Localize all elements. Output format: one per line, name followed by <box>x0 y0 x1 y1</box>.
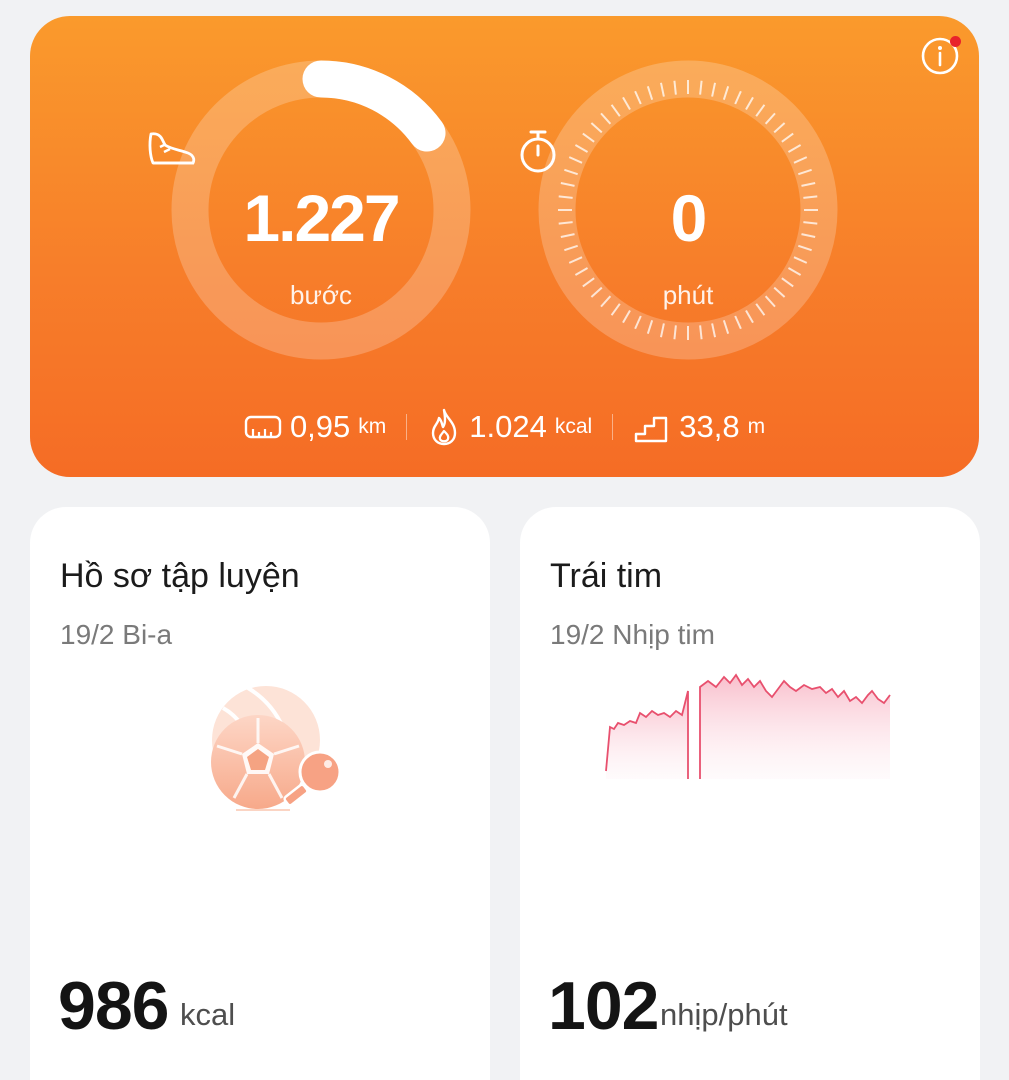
steps-value: 1.227 <box>243 181 400 255</box>
heart-rate-sparkline <box>605 673 891 779</box>
activity-stats-row: 0,95 km 1.024 kcal 33,8 m <box>30 404 979 450</box>
workout-card-title: Hồ sơ tập luyện <box>60 557 300 595</box>
calories-unit: kcal <box>554 415 593 438</box>
sports-balls-icon <box>211 686 342 811</box>
workout-calories-unit: kcal <box>180 997 236 1032</box>
ruler-icon <box>244 415 282 439</box>
exercise-minutes-ring[interactable]: 0 phút <box>520 60 838 360</box>
workout-record-card[interactable]: Hồ sơ tập luyện 19/2 Bi-a 986 kcal <box>30 507 490 1080</box>
steps-ring[interactable]: 1.227 bước <box>148 60 471 360</box>
distance-stat: 0,95 km <box>244 409 386 445</box>
divider <box>612 414 614 440</box>
heart-card[interactable]: Trái tim 19/2 Nhịp tim 102 nhịp/phút <box>520 507 980 1080</box>
climb-value: 33,8 <box>679 409 740 444</box>
calories-value: 1.024 <box>469 409 547 444</box>
activity-summary-card[interactable]: 1.227 bước 0 phút 0,95 km 1.024 kcal 33,… <box>30 16 979 477</box>
minutes-value: 0 <box>670 181 708 255</box>
workout-calories-value: 986 <box>58 968 169 1044</box>
stairs-icon <box>635 416 668 443</box>
climb-unit: m <box>747 415 766 438</box>
notification-dot <box>950 36 961 47</box>
flame-icon <box>432 408 457 446</box>
distance-unit: km <box>358 415 387 438</box>
heart-rate-unit: nhịp/phút <box>660 997 788 1032</box>
distance-value: 0,95 <box>289 409 351 444</box>
workout-card-subtitle: 19/2 Bi-a <box>60 619 173 650</box>
shoe-icon <box>148 132 196 165</box>
minutes-unit: phút <box>662 280 714 310</box>
calories-stat: 1.024 kcal <box>427 407 592 447</box>
steps-unit: bước <box>290 280 352 310</box>
heart-card-title: Trái tim <box>550 557 663 595</box>
heart-card-subtitle: 19/2 Nhịp tim <box>550 619 715 650</box>
climb-stat: 33,8 m <box>633 409 765 445</box>
heart-rate-value: 102 <box>548 968 659 1044</box>
divider <box>406 414 408 440</box>
stopwatch-icon <box>520 130 556 173</box>
